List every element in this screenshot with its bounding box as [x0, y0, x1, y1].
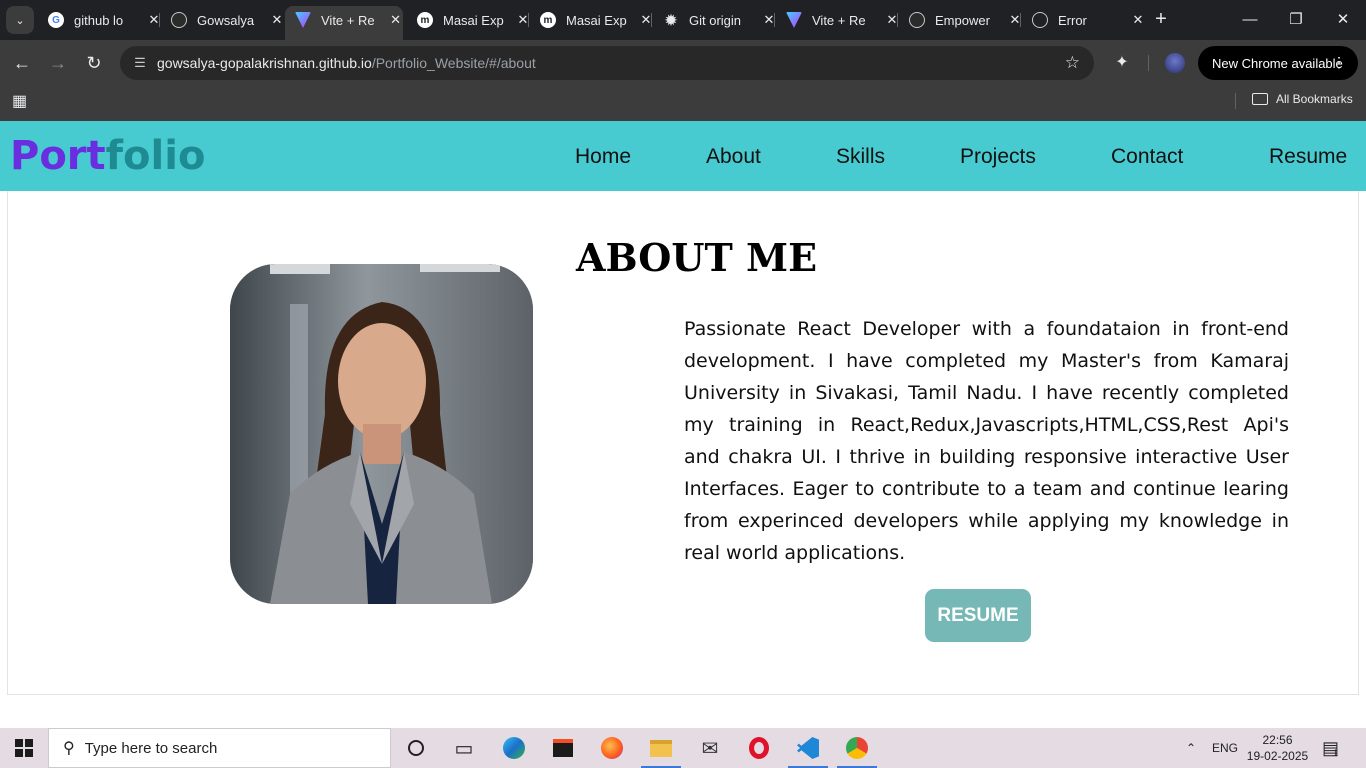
google-icon: G — [48, 12, 64, 28]
close-icon[interactable]: ✕ — [1130, 12, 1146, 28]
edge-icon[interactable] — [494, 732, 534, 764]
url-text: gowsalya-gopalakrishnan.github.io/Portfo… — [157, 55, 536, 71]
tab-title: github lo — [74, 12, 124, 28]
store-icon[interactable] — [543, 732, 583, 764]
file-explorer-icon[interactable] — [641, 732, 681, 768]
close-window-icon[interactable]: ✕ — [1331, 8, 1355, 32]
tab-search-button[interactable]: ⌄ — [6, 6, 34, 34]
update-chrome-button[interactable]: New Chrome available ⋮ — [1198, 46, 1358, 80]
clock[interactable]: 22:56 19-02-2025 — [1245, 732, 1310, 764]
forward-icon[interactable]: → — [46, 51, 70, 75]
folder-icon — [1252, 93, 1268, 105]
tray-overflow-icon[interactable]: ⌃ — [1186, 728, 1196, 768]
notification-icon[interactable]: ▤ 1 — [1322, 728, 1339, 768]
resume-button[interactable]: RESUME — [925, 589, 1031, 642]
opera-icon[interactable] — [739, 732, 779, 764]
browser-toolbar: ← → ↻ ☰ gowsalya-gopalakrishnan.github.i… — [0, 40, 1366, 86]
close-icon[interactable]: ✕ — [269, 12, 285, 28]
site-logo[interactable]: Portfolio — [10, 133, 205, 179]
tab-title: Git origin — [689, 12, 742, 28]
browser-tab[interactable]: G github lo ✕ — [38, 6, 162, 34]
search-placeholder: Type here to search — [84, 739, 218, 757]
github-icon — [909, 12, 925, 28]
github-icon — [171, 12, 187, 28]
close-icon[interactable]: ✕ — [388, 12, 403, 28]
tab-title: Vite + Re — [321, 12, 375, 28]
profile-photo — [230, 264, 533, 604]
browser-tab[interactable]: Gowsalya ✕ — [161, 6, 285, 34]
clock-date: 19-02-2025 — [1246, 749, 1309, 763]
apps-grid-icon[interactable]: ▦ — [12, 94, 28, 110]
address-bar[interactable]: ☰ gowsalya-gopalakrishnan.github.io/Port… — [120, 46, 1094, 80]
tab-title: Masai Exp — [443, 12, 504, 28]
vscode-icon[interactable] — [788, 732, 828, 768]
all-bookmarks-label: All Bookmarks — [1276, 92, 1353, 106]
cortana-icon[interactable] — [396, 732, 436, 764]
windows-taskbar: ⚲ Type here to search ▭ ✉ ⌃ ENG 22:56 19… — [0, 728, 1366, 768]
all-bookmarks-button[interactable]: All Bookmarks — [1252, 92, 1353, 106]
windows-start-icon[interactable] — [0, 728, 48, 768]
nav-projects[interactable]: Projects — [960, 145, 1036, 169]
mail-icon[interactable]: ✉ — [690, 732, 730, 764]
firefox-icon[interactable] — [592, 732, 632, 764]
nav-about[interactable]: About — [706, 145, 761, 169]
masai-icon: m — [417, 12, 433, 28]
vite-icon — [786, 12, 802, 28]
nav-home[interactable]: Home — [575, 145, 631, 169]
browser-tab[interactable]: Empower ✕ — [899, 6, 1023, 34]
browser-tab[interactable]: Error ✕ — [1022, 6, 1146, 34]
search-icon: ⚲ — [63, 740, 75, 757]
tab-title: Error — [1058, 12, 1087, 28]
bookmark-star-icon[interactable]: ☆ — [1065, 53, 1080, 73]
new-tab-button[interactable]: + — [1150, 8, 1172, 30]
taskbar-search-box[interactable]: ⚲ Type here to search — [48, 728, 391, 768]
restore-icon[interactable]: ❐ — [1284, 8, 1308, 32]
vite-icon — [295, 12, 311, 28]
browser-tab[interactable]: m Masai Exp ✕ — [530, 6, 654, 34]
browser-tab[interactable]: m Masai Exp ✕ — [407, 6, 531, 34]
about-description: Passionate React Developer with a founda… — [684, 318, 1289, 564]
tab-strip: ⌄ G github lo ✕ Gowsalya ✕ Vite + Re ✕ m… — [0, 0, 1366, 40]
task-view-icon[interactable]: ▭ — [444, 732, 484, 764]
web-page: Portfolio Home About Skills Projects Con… — [0, 121, 1366, 728]
clock-time: 22:56 — [1262, 733, 1293, 747]
browser-tab[interactable]: Vite + Re ✕ — [776, 6, 900, 34]
menu-dots-icon: ⋮ — [1332, 54, 1346, 70]
browser-tab[interactable]: ✹ Git origin ✕ — [653, 6, 777, 34]
nav-skills[interactable]: Skills — [836, 145, 885, 169]
masai-icon: m — [540, 12, 556, 28]
nav-resume[interactable]: Resume — [1269, 145, 1347, 169]
minimize-icon[interactable]: — — [1238, 8, 1262, 32]
language-indicator[interactable]: ENG — [1212, 728, 1238, 768]
nav-contact[interactable]: Contact — [1111, 145, 1183, 169]
about-section: ABOUT ME Passionate React Developer with… — [7, 191, 1359, 695]
back-icon[interactable]: ← — [10, 51, 34, 75]
browser-tab-active[interactable]: Vite + Re ✕ — [285, 6, 403, 40]
site-navbar: Portfolio Home About Skills Projects Con… — [0, 121, 1366, 191]
tab-title: Masai Exp — [566, 12, 627, 28]
extensions-icon[interactable]: ✦ — [1110, 51, 1134, 75]
profile-avatar[interactable] — [1165, 53, 1185, 73]
update-label: New Chrome available — [1212, 55, 1343, 71]
site-info-icon[interactable]: ☰ — [128, 51, 152, 75]
chrome-icon[interactable] — [837, 732, 877, 768]
about-title: ABOUT ME — [576, 235, 818, 280]
bookmarks-bar: ▦ All Bookmarks — [0, 86, 1366, 121]
chatgpt-icon: ✹ — [665, 11, 677, 28]
tab-title: Vite + Re — [812, 12, 866, 28]
tab-title: Gowsalya — [197, 12, 255, 28]
tab-title: Empower — [935, 12, 990, 28]
globe-icon — [1032, 12, 1048, 28]
reload-icon[interactable]: ↻ — [82, 51, 106, 75]
